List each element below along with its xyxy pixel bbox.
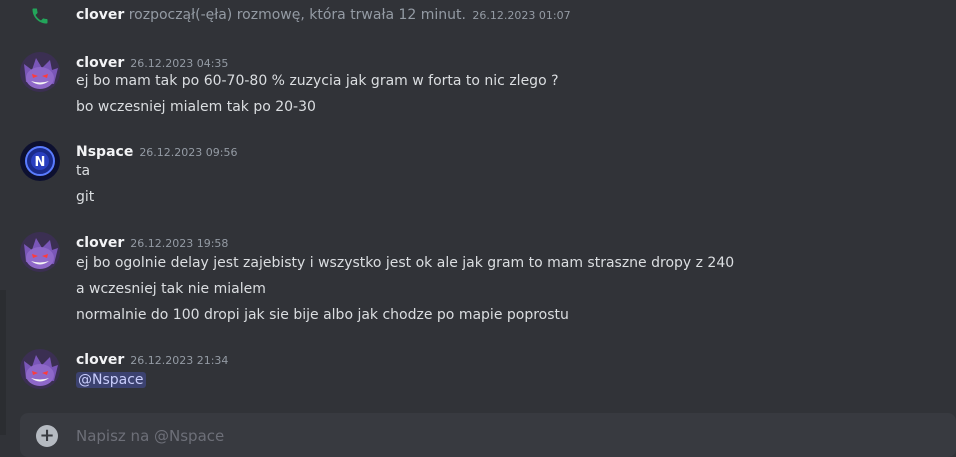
username[interactable]: clover <box>76 352 124 368</box>
message-header: clover 26.12.2023 04:35 <box>76 52 228 71</box>
call-text: clover rozpoczął(-ęła) rozmowę, która tr… <box>76 6 571 25</box>
timestamp: 26.12.2023 04:35 <box>130 57 229 70</box>
avatar-gengar[interactable] <box>20 349 60 389</box>
call-timestamp: 26.12.2023 01:07 <box>472 9 571 22</box>
user-mention[interactable]: @Nspace <box>76 372 146 388</box>
message-input-placeholder: Napisz na @Nspace <box>76 427 225 445</box>
timestamp: 26.12.2023 21:34 <box>130 354 229 367</box>
message-text: ej bo mam tak po 60-70-80 % zuzycia jak … <box>76 73 559 89</box>
username[interactable]: clover <box>76 235 124 251</box>
message-header: clover 26.12.2023 21:34 <box>76 349 228 368</box>
phone-icon <box>32 8 48 24</box>
svg-text:N: N <box>35 155 46 170</box>
message-text: git <box>76 189 95 205</box>
call-user[interactable]: clover <box>76 7 124 23</box>
message-header: clover 26.12.2023 19:58 <box>76 232 228 251</box>
gengar-icon <box>20 232 60 272</box>
nspace-logo-icon: N <box>20 141 60 181</box>
timestamp: 26.12.2023 09:56 <box>139 146 238 159</box>
call-system-message: clover rozpoczął(-ęła) rozmowę, która tr… <box>0 0 956 30</box>
message-text: @Nspace <box>76 371 146 389</box>
username[interactable]: clover <box>76 55 124 71</box>
gengar-icon <box>20 349 60 389</box>
sidebar-edge <box>0 290 6 435</box>
gengar-icon <box>20 52 60 92</box>
message-text: a wczesniej tak nie mialem <box>76 281 266 297</box>
message-header: Nspace 26.12.2023 09:56 <box>76 141 238 160</box>
message-input-bar[interactable]: + Napisz na @Nspace <box>20 413 956 457</box>
avatar-gengar[interactable] <box>20 52 60 92</box>
message-text: ej bo ogolnie delay jest zajebisty i wsz… <box>76 255 735 271</box>
timestamp: 26.12.2023 19:58 <box>130 237 229 250</box>
avatar-nspace[interactable]: N <box>20 141 60 181</box>
call-description: rozpoczął(-ęła) rozmowę, która trwała 12… <box>124 7 466 23</box>
message-text: bo wczesniej mialem tak po 20-30 <box>76 99 316 115</box>
message-text: normalnie do 100 dropi jak sie bije albo… <box>76 307 569 323</box>
message-text: ta <box>76 163 91 179</box>
username[interactable]: Nspace <box>76 144 133 160</box>
add-attachment-icon[interactable]: + <box>36 425 58 447</box>
avatar-gengar[interactable] <box>20 232 60 272</box>
